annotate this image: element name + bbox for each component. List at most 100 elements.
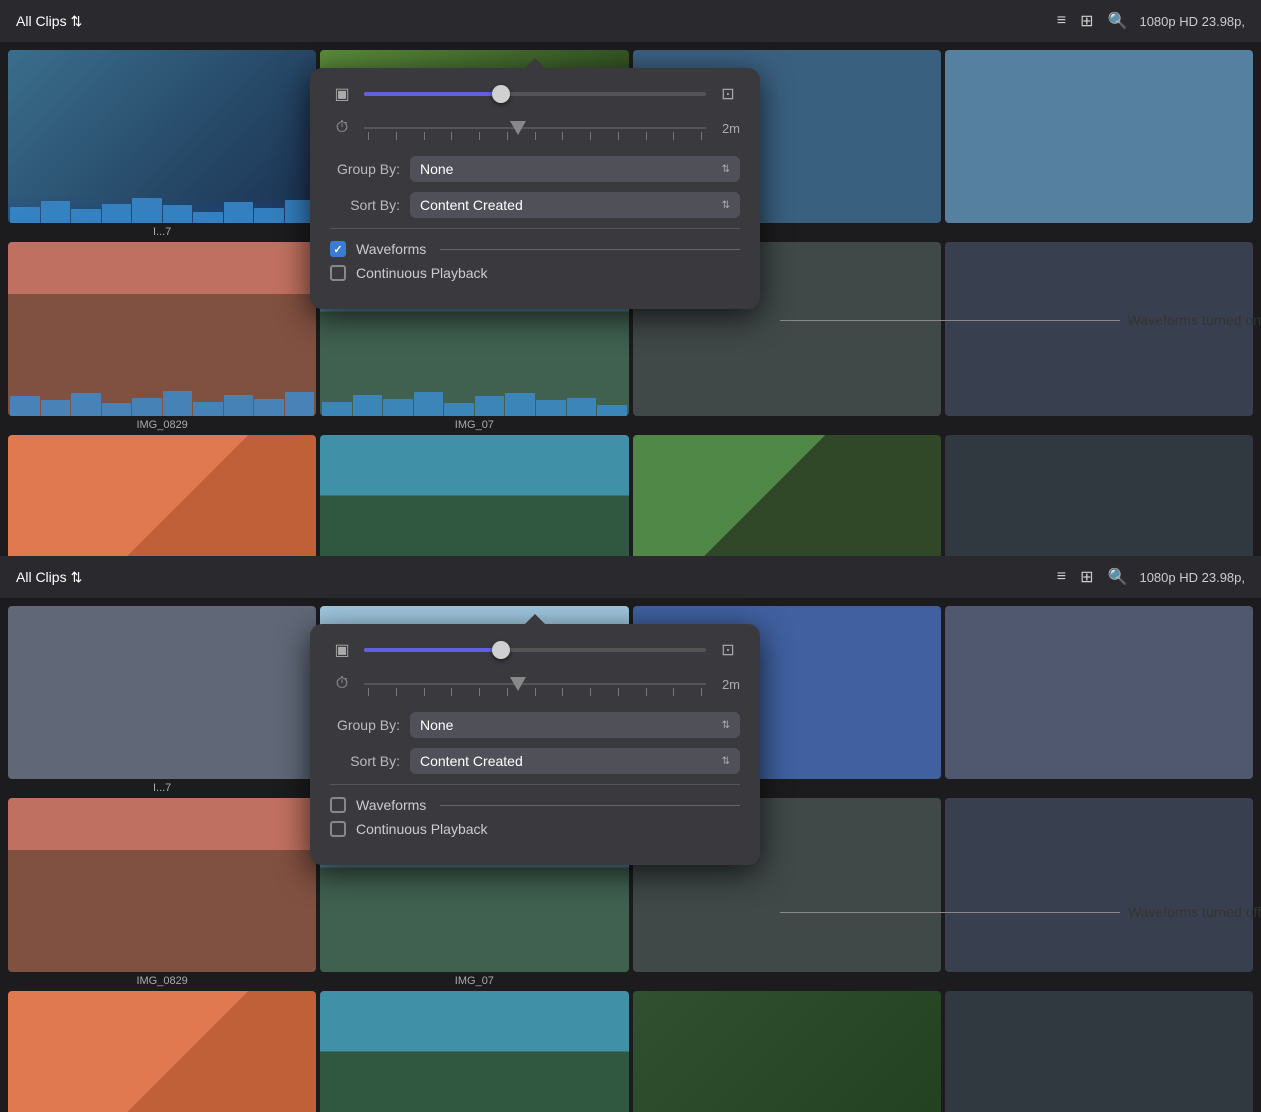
clip-item[interactable]: IMG_0298 (633, 991, 941, 1112)
clip-item[interactable] (945, 798, 1253, 986)
clip-size-thumb-2[interactable] (492, 641, 510, 659)
clip-size-small-icon: ▣ (330, 84, 354, 104)
duration-value-2: 2m (716, 677, 740, 692)
clip-item[interactable]: IMG_0361 (8, 991, 316, 1112)
panel-2: All Clips ⇅ ≡ ⊞ 🔍 1080p HD 23.98p, I...7… (0, 556, 1261, 1112)
list-view-icon-2[interactable]: ≡ (1057, 568, 1066, 586)
clip-size-small-icon-2: ▣ (330, 640, 354, 660)
waveforms-label-2: Waveforms (356, 797, 426, 813)
continuous-playback-label-2: Continuous Playback (356, 821, 488, 837)
group-by-row: Group By: None ⇅ (330, 156, 740, 182)
clip-item[interactable]: I...7 (8, 50, 316, 238)
clip-thumb (8, 606, 316, 779)
sort-by-select[interactable]: Content Created ⇅ (410, 192, 740, 218)
clip-thumb (8, 991, 316, 1112)
clip-item[interactable] (945, 50, 1253, 238)
group-by-arrow-icon-2: ⇅ (722, 720, 730, 731)
toolbar-1: All Clips ⇅ ≡ ⊞ 🔍 1080p HD 23.98p, (0, 0, 1261, 42)
clip-label: IMG_07 (455, 419, 494, 431)
timer-icon: ⏱ (330, 119, 354, 137)
clip-size-track-2[interactable] (364, 648, 706, 652)
clip-thumb (633, 991, 941, 1112)
continuous-playback-row-2: Continuous Playback (330, 821, 740, 837)
all-clips-button-1[interactable]: All Clips ⇅ (16, 13, 1045, 30)
list-view-icon-1[interactable]: ≡ (1057, 12, 1066, 30)
continuous-playback-label: Continuous Playback (356, 265, 488, 281)
continuous-playback-checkbox[interactable] (330, 265, 346, 281)
clip-thumb (8, 242, 316, 415)
group-by-value-2: None (420, 717, 453, 733)
tick-marks-2 (364, 672, 706, 696)
popup-1: ▣ ⊡ ⏱ 2m (310, 68, 760, 309)
clip-item[interactable]: IMG_0361 (8, 435, 316, 556)
clip-item[interactable] (945, 606, 1253, 794)
group-by-row-2: Group By: None ⇅ (330, 712, 740, 738)
clip-size-slider-row: ▣ ⊡ (330, 84, 740, 104)
clip-item[interactable]: IMG_0829 (8, 242, 316, 430)
clip-thumb (945, 606, 1253, 779)
all-clips-button-2[interactable]: All Clips ⇅ (16, 569, 1045, 586)
clip-item[interactable] (945, 242, 1253, 430)
sort-by-arrow-icon: ⇅ (722, 200, 730, 211)
sort-by-row-2: Sort By: Content Created ⇅ (330, 748, 740, 774)
sort-by-value: Content Created (420, 197, 523, 213)
clip-item[interactable]: IMG_0298 (633, 435, 941, 556)
clip-item[interactable]: IMG_0829 (8, 798, 316, 986)
clip-thumb (320, 991, 628, 1112)
waveforms-checkbox-2[interactable] (330, 797, 346, 813)
clip-size-fill-2 (364, 648, 501, 652)
clip-item[interactable]: IMG_0322 (320, 435, 628, 556)
clip-thumb (8, 50, 316, 223)
clip-item[interactable]: I...7 (8, 606, 316, 794)
search-icon-1[interactable]: 🔍 (1108, 11, 1128, 31)
all-clips-chevron-icon-1: ⇅ (71, 13, 83, 30)
clip-thumb (945, 798, 1253, 971)
duration-slider-row-2: ⏱ 2m (330, 672, 740, 696)
duration-track[interactable] (364, 116, 706, 140)
group-by-value: None (420, 161, 453, 177)
sort-by-arrow-icon-2: ⇅ (722, 756, 730, 767)
waveforms-on-annotation: Waveforms turned on (780, 312, 1261, 328)
clip-thumb (945, 991, 1253, 1112)
continuous-playback-checkbox-2[interactable] (330, 821, 346, 837)
waveforms-checkbox[interactable]: ✓ (330, 241, 346, 257)
waveform-bars (8, 195, 316, 223)
divider-2 (330, 784, 740, 785)
clip-thumb (320, 435, 628, 556)
clip-item[interactable]: IMG_0322 (320, 991, 628, 1112)
clip-thumb (945, 435, 1253, 556)
sort-by-label: Sort By: (330, 197, 400, 213)
toolbar-icons-1: ≡ ⊞ 🔍 (1057, 11, 1128, 31)
popup-2: ▣ ⊡ ⏱ 2m (310, 624, 760, 865)
clip-item[interactable] (945, 991, 1253, 1112)
group-by-select-2[interactable]: None ⇅ (410, 712, 740, 738)
divider (330, 228, 740, 229)
clip-size-large-icon-2: ⊡ (716, 640, 740, 660)
clip-item[interactable] (945, 435, 1253, 556)
duration-thumb[interactable] (510, 121, 526, 135)
sort-by-select-2[interactable]: Content Created ⇅ (410, 748, 740, 774)
sort-by-label-2: Sort By: (330, 753, 400, 769)
clip-size-large-icon: ⊡ (716, 84, 740, 104)
search-icon-2[interactable]: 🔍 (1108, 567, 1128, 587)
waveform-bars (320, 388, 628, 416)
clip-size-slider-row-2: ▣ ⊡ (330, 640, 740, 660)
grid-view-icon-1[interactable]: ⊞ (1080, 11, 1093, 31)
clip-size-track[interactable] (364, 92, 706, 96)
toolbar-left-1: All Clips ⇅ (16, 13, 1045, 30)
clip-label: IMG_0829 (136, 975, 187, 987)
waveforms-line (440, 249, 740, 250)
grid-view-icon-2[interactable]: ⊞ (1080, 567, 1093, 587)
toolbar-left-2: All Clips ⇅ (16, 569, 1045, 586)
continuous-playback-row: Continuous Playback (330, 265, 740, 281)
group-by-select[interactable]: None ⇅ (410, 156, 740, 182)
group-by-label-2: Group By: (330, 717, 400, 733)
clip-size-thumb[interactable] (492, 85, 510, 103)
waveforms-label: Waveforms (356, 241, 426, 257)
duration-track-2[interactable] (364, 672, 706, 696)
waveforms-row: ✓ Waveforms (330, 241, 740, 257)
annotation-line (780, 320, 1120, 321)
duration-thumb-2[interactable] (510, 677, 526, 691)
tick-marks (364, 116, 706, 140)
clip-label: IMG_0829 (136, 419, 187, 431)
